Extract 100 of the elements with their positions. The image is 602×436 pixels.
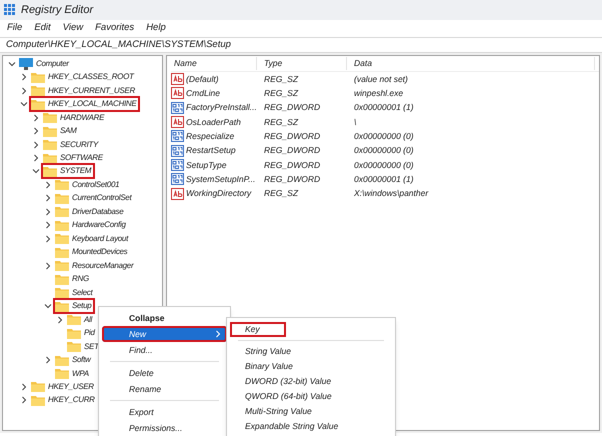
value-name: RestartSetup [186, 144, 236, 157]
menu-item[interactable]: QWORD (64-bit) Value [230, 389, 392, 404]
menu-item[interactable]: Multi-String Value [230, 404, 392, 419]
chevron-right-icon[interactable] [20, 382, 28, 391]
value-type: REG_SZ [263, 72, 300, 86]
menu-item[interactable]: File [7, 21, 22, 36]
menu-item[interactable]: New [102, 326, 227, 342]
tree-item[interactable]: Computer [36, 58, 69, 70]
folder-icon [55, 300, 69, 312]
chevron-right-icon[interactable] [32, 127, 40, 136]
tree-item[interactable]: Select [72, 286, 92, 299]
tree-item[interactable]: Keyboard Layout [72, 232, 128, 245]
value-type: REG_DWORD [263, 130, 322, 143]
value-data: 0x00000000 (0) [353, 158, 415, 172]
chevron-down-icon[interactable] [32, 167, 40, 176]
value-data: 0x00000001 (1) [353, 101, 415, 114]
chevron-right-icon[interactable] [32, 114, 40, 122]
chevron-right-icon[interactable] [56, 316, 64, 324]
menu-item[interactable]: View [62, 21, 84, 36]
value-data: 0x00000000 (0) [353, 144, 415, 157]
menu-item[interactable]: Help [146, 21, 166, 36]
value-data: 0x00000001 (1) [353, 172, 415, 186]
binary-value-icon [171, 144, 184, 157]
chevron-right-icon[interactable] [44, 194, 52, 202]
chevron-down-icon[interactable] [20, 100, 28, 108]
menu-item[interactable]: Edit [34, 21, 51, 36]
chevron-right-icon [215, 330, 221, 338]
string-value-icon [171, 73, 184, 86]
tree-item[interactable]: CurrentControlSet [72, 192, 132, 204]
chevron-right-icon[interactable] [32, 154, 40, 162]
tree-item[interactable]: HardwareConfig [72, 219, 126, 232]
tree-item[interactable]: All [84, 314, 92, 326]
tree-item[interactable]: HKEY_LOCAL_MACHINE [48, 98, 136, 110]
chevron-right-icon[interactable] [20, 73, 28, 82]
binary-value-icon [171, 130, 184, 142]
folder-icon [55, 246, 69, 258]
tree-item[interactable]: SET [84, 340, 99, 353]
chevron-right-icon[interactable] [44, 262, 52, 270]
chevron-right-icon[interactable] [20, 396, 28, 404]
address-bar[interactable]: Computer\HKEY_LOCAL_MACHINE\SYSTEM\Setup [0, 37, 602, 53]
menu-item[interactable]: Find... [102, 342, 227, 358]
tree-item[interactable]: MountedDevices [72, 246, 128, 258]
tree-item[interactable]: HKEY_CURRENT_USER [48, 84, 135, 97]
value-name: WorkingDirectory [186, 187, 252, 200]
folder-icon [31, 381, 45, 392]
column-header[interactable]: Data [351, 57, 595, 70]
menu-item[interactable]: Permissions... [102, 420, 227, 436]
value-name: Respecialize [186, 130, 234, 143]
chevron-right-icon[interactable] [44, 356, 52, 364]
folder-icon [67, 341, 81, 352]
menu-item[interactable]: Delete [102, 365, 227, 381]
tree-item[interactable]: HKEY_CLASSES_ROOT [48, 71, 134, 84]
tree-item[interactable]: ControlSet001 [72, 178, 120, 191]
tree-item[interactable]: SAM [60, 125, 76, 138]
tree-item[interactable]: ResourceManager [72, 260, 134, 272]
folder-icon [31, 85, 45, 96]
chevron-right-icon[interactable] [20, 86, 28, 95]
tree-item[interactable]: Setup [72, 300, 92, 312]
binary-value-icon [171, 102, 184, 114]
tree-item[interactable]: HKEY_CURR [48, 394, 95, 406]
column-header[interactable]: Name [171, 57, 257, 70]
menu-item[interactable]: Expandable String Value [230, 419, 392, 434]
chevron-down-icon[interactable] [44, 302, 52, 310]
menu-item[interactable]: Favorites [95, 21, 134, 36]
value-type: REG_DWORD [263, 158, 322, 172]
folder-icon [67, 328, 81, 339]
tree-item[interactable]: WPA [72, 368, 89, 380]
menu-item[interactable]: Key [230, 322, 286, 337]
window-title: Registry Editor [21, 2, 94, 18]
menu-item[interactable]: Collapse [102, 310, 227, 326]
chevron-right-icon[interactable] [44, 180, 52, 189]
tree-item[interactable]: HARDWARE [60, 112, 104, 124]
folder-icon [55, 220, 69, 231]
menu-item[interactable]: Export [102, 404, 227, 420]
value-name: FactoryPreInstall... [186, 101, 257, 114]
menu-item[interactable]: Binary Value [230, 359, 392, 374]
binary-value-icon [171, 158, 184, 171]
folder-icon [55, 260, 69, 272]
tree-item[interactable]: DriverDatabase [72, 206, 124, 218]
chevron-right-icon[interactable] [32, 140, 40, 149]
tree-item[interactable]: HKEY_USER [48, 380, 94, 393]
folder-icon [43, 139, 57, 150]
folder-icon [31, 98, 45, 110]
chevron-right-icon[interactable] [44, 208, 52, 216]
chevron-down-icon[interactable] [8, 60, 16, 68]
value-type: REG_SZ [263, 87, 300, 100]
menu-item[interactable]: String Value [230, 344, 392, 359]
tree-item[interactable]: Pid [84, 327, 95, 340]
menu-item[interactable]: Rename [102, 381, 227, 397]
menu-item[interactable]: DWORD (32-bit) Value [230, 374, 392, 389]
tree-item[interactable]: RNG [72, 273, 89, 286]
column-header[interactable]: Type [261, 57, 347, 70]
chevron-right-icon[interactable] [44, 221, 52, 230]
tree-item[interactable]: SOFTWARE [60, 152, 103, 164]
chevron-right-icon[interactable] [44, 234, 52, 243]
tree-item[interactable]: SYSTEM [60, 165, 92, 178]
tree-item[interactable]: Softw [72, 354, 91, 366]
tree-item[interactable]: SECURITY [60, 138, 98, 151]
computer-icon [19, 58, 33, 70]
value-type: REG_DWORD [263, 172, 322, 186]
